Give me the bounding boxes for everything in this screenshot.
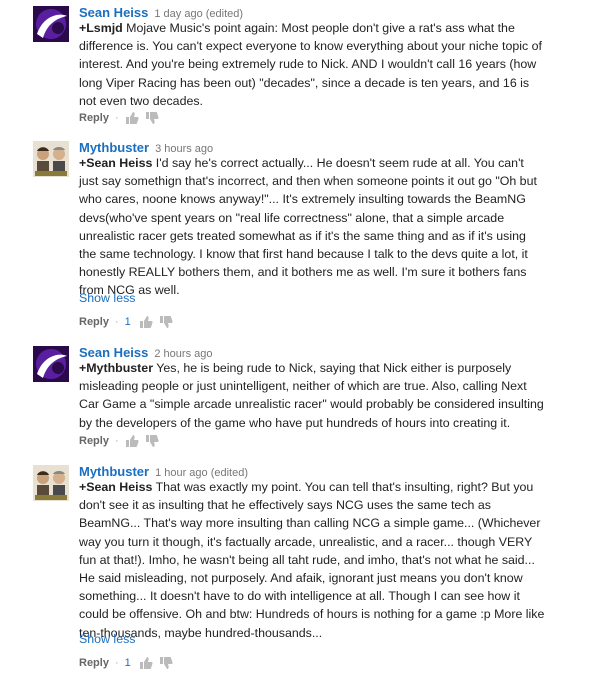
avatar[interactable] — [33, 141, 69, 177]
comment-line: way you turn it though, it's factually a… — [79, 534, 533, 549]
separator-dot: · — [114, 112, 119, 124]
thumbs-down-icon[interactable] — [145, 434, 159, 448]
separator-dot: · — [114, 316, 119, 328]
comment-line: the same technology. I know that first h… — [79, 247, 528, 262]
comment-line: don't see it as insulting that he effect… — [79, 498, 491, 513]
mention-link[interactable]: +Sean Heiss — [79, 156, 152, 170]
comment-line: long Viper Racing has been out) "decades… — [79, 75, 530, 90]
comment-line-text: That was exactly my point. You can tell … — [152, 480, 534, 494]
comment-line: misleading people or just unintelligent,… — [79, 379, 527, 394]
thumbs-up-icon[interactable] — [125, 434, 139, 448]
separator-dot: · — [114, 657, 119, 669]
thumbs-down-icon[interactable] — [159, 315, 173, 329]
comment-line: BeamNG... That's way more insulting than… — [79, 516, 541, 531]
comment-line: +Lsmjd Mojave Music's point again: Most … — [79, 19, 585, 37]
comment-line: ten-thousands, maybe hundred-thousands..… — [79, 625, 323, 640]
comment-line: +Mythbuster Yes, he is being rude to Nic… — [79, 359, 585, 377]
reply-button[interactable]: Reply — [79, 316, 109, 328]
comment-line-text: I'd say he's correct actually... He does… — [152, 156, 524, 170]
show-less-link[interactable]: Show less — [79, 632, 135, 646]
comment-line: could be offensive. Oh and btw: Hundreds… — [79, 607, 545, 622]
avatar-logo-icon — [33, 6, 69, 42]
comment-line: from NCG as well. — [79, 283, 180, 298]
comment-author[interactable]: Sean Heiss — [79, 5, 148, 20]
comment-line: interest. And you're being extremely rud… — [79, 57, 537, 72]
thumbs-down-icon[interactable] — [145, 111, 159, 125]
comment-line-text: Yes, he is being rude to Nick, saying th… — [153, 361, 512, 375]
show-less-link[interactable]: Show less — [79, 291, 135, 305]
reply-button[interactable]: Reply — [79, 435, 109, 447]
comment-line: He said misleading, not purposely. And a… — [79, 571, 523, 586]
comment-line: unrealistic racer gets treated somewhat … — [79, 228, 526, 243]
comment-author[interactable]: Sean Heiss — [79, 345, 148, 360]
comment-line: difference is. You can't expect everyone… — [79, 39, 542, 54]
separator-dot: · — [114, 435, 119, 447]
avatar[interactable] — [33, 6, 69, 42]
thumbs-up-icon[interactable] — [139, 656, 153, 670]
thumbs-up-icon[interactable] — [139, 315, 153, 329]
comment-line: +Sean Heiss That was exactly my point. Y… — [79, 478, 585, 496]
thumbs-up-icon[interactable] — [125, 111, 139, 125]
reply-button[interactable]: Reply — [79, 657, 109, 669]
avatar-photo-icon — [33, 141, 69, 177]
mention-link[interactable]: +Lsmjd — [79, 21, 123, 35]
comment-actions: Reply · 1 — [79, 314, 173, 330]
comment-line: Car Game a "simple arcade unrealistic ra… — [79, 397, 544, 412]
comment-actions: Reply · — [79, 110, 159, 126]
comment-text: +Lsmjd Mojave Music's point again: Most … — [79, 19, 585, 110]
reply-button[interactable]: Reply — [79, 112, 109, 124]
comment-text: +Sean Heiss I'd say he's correct actuall… — [79, 154, 585, 300]
avatar[interactable] — [33, 465, 69, 501]
comment-actions: Reply · — [79, 433, 159, 449]
comment-line: honestly REALLY bothers them, and it bot… — [79, 265, 527, 280]
comment-actions: Reply · 1 — [79, 655, 173, 671]
comment-author[interactable]: Mythbuster — [79, 140, 149, 155]
comment-line: fun at that!). Imho, he wasn't being all… — [79, 552, 535, 567]
comment-line: who cares, noone knows anyway!"... It's … — [79, 192, 526, 207]
mention-link[interactable]: +Mythbuster — [79, 361, 153, 375]
mention-link[interactable]: +Sean Heiss — [79, 480, 152, 494]
comment-line: +Sean Heiss I'd say he's correct actuall… — [79, 154, 585, 172]
comment-text: +Mythbuster Yes, he is being rude to Nic… — [79, 359, 585, 432]
avatar-logo-icon — [33, 346, 69, 382]
comment-line: just say somethign that's incorrect, and… — [79, 174, 537, 189]
comment-line-text: Mojave Music's point again: Most people … — [122, 21, 515, 35]
avatar-photo-icon — [33, 465, 69, 501]
comment-author[interactable]: Mythbuster — [79, 464, 149, 479]
comment-line: by the developers of the game who have p… — [79, 415, 511, 430]
comment-text: +Sean Heiss That was exactly my point. Y… — [79, 478, 585, 642]
comment-line: devs(who've spent years on "real life co… — [79, 210, 505, 225]
like-count: 1 — [124, 657, 131, 669]
comment-line: something... It doesn't have to do with … — [79, 589, 520, 604]
thumbs-down-icon[interactable] — [159, 656, 173, 670]
comment-line: not even two decades. — [79, 93, 203, 108]
like-count: 1 — [124, 316, 131, 328]
avatar[interactable] — [33, 346, 69, 382]
